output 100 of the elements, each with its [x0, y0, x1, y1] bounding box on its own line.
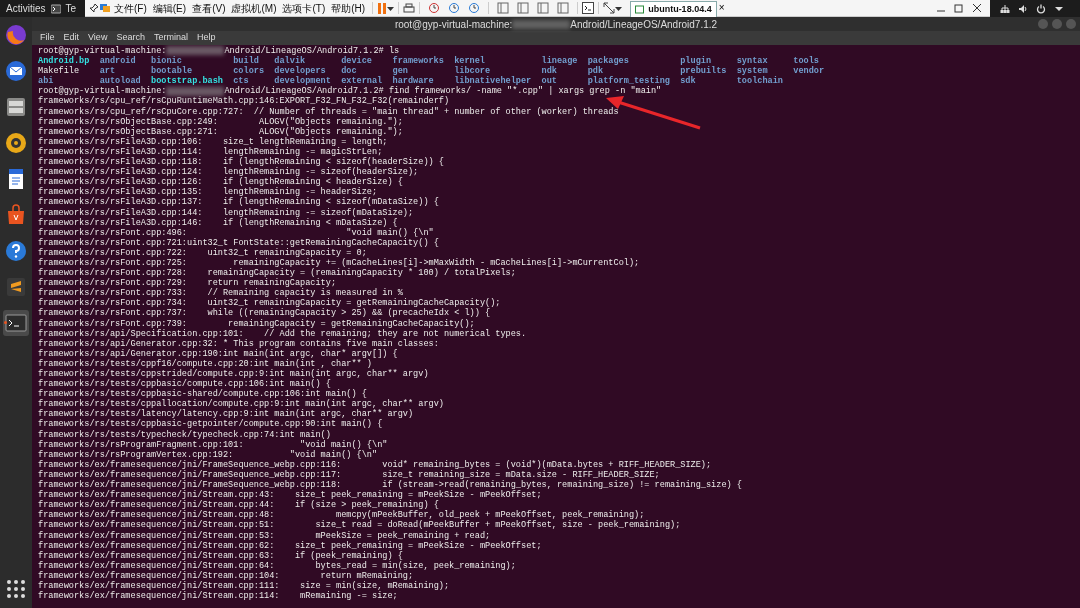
menu-item[interactable]: View	[88, 31, 108, 45]
output-line: frameworks/ex/framesequence/jni/Stream.cpp:111: size = min(size, mRemaining);	[38, 580, 450, 591]
menu-item[interactable]: 虚拟机(M)	[228, 0, 280, 17]
file-name: art	[99, 66, 116, 77]
output-line: frameworks/rs/cpu_ref/rsCpuCore.cpp:727: // Number of threads = "main thread" + number of other (worker) threads	[38, 106, 619, 117]
file-cabinet-icon[interactable]	[5, 96, 27, 118]
output-line: frameworks/rs/tests/cppf16/compute.cpp:20:int main(int , char** )	[38, 358, 372, 369]
redaction-blur	[512, 19, 571, 29]
file-name: hardware	[392, 76, 434, 87]
menu-item[interactable]: 查看(V)	[189, 0, 229, 17]
output-line: frameworks/rs/rsProgramFragment.cpp:101: "void main() {\n"	[38, 439, 388, 450]
file-name: platform_testing	[587, 76, 670, 87]
stripes-icon[interactable]	[5, 276, 27, 298]
output-line: frameworks/rs/rsObjectBase.cpp:249: ALOGV("Objects remaining.");	[38, 116, 403, 127]
apps-grid-icon[interactable]	[5, 578, 27, 600]
help-icon[interactable]	[5, 240, 27, 262]
close-button[interactable]: ×	[716, 1, 727, 15]
output-line: frameworks/ex/framesequence/jni/Stream.cpp:62: size_t peek_remaining = mPeekSize - mPeekOffset;	[38, 540, 542, 551]
file-name: libcore	[454, 66, 491, 77]
file-name: lineage	[541, 56, 578, 67]
file-name: gen	[392, 66, 408, 77]
file-name: system	[736, 66, 768, 77]
file-name: sdk	[680, 76, 696, 87]
output-line: frameworks/rs/cpu_ref/rsCpuRuntimeMath.cpp:146:EXPORT_F32_FN_F32_F32(remainderf)	[38, 96, 450, 107]
file-name: tools	[793, 56, 819, 67]
output-line: frameworks/ex/framesequence/jni/FrameSequence_webp.cpp:116: void* remaining_bytes = (void*)(mData.bytes + RIFF_HEADER_SIZE);	[38, 459, 712, 470]
menu-item[interactable]: File	[40, 31, 55, 45]
prompt-user-host: root@gyp-virtual-machine:	[38, 86, 167, 97]
output-line: frameworks/rs/tests/cppbasic-shared/compute.cpp:106:int main() {	[38, 389, 367, 400]
menu-item[interactable]: Terminal	[153, 31, 188, 45]
power-icon[interactable]	[1036, 3, 1046, 14]
sidebar-icon[interactable]	[497, 2, 510, 14]
menu-item[interactable]: Search	[116, 31, 145, 45]
envelope-icon[interactable]	[5, 60, 27, 82]
network-icon[interactable]	[1000, 3, 1010, 14]
file-name: bootstrap.bash	[151, 76, 223, 87]
shopping-bag-icon[interactable]	[5, 204, 27, 226]
file-name: device	[341, 56, 372, 67]
restore-icon[interactable]	[954, 3, 964, 13]
output-line: frameworks/rs/rsFont.cpp:722: uint32_t remainingCapacity = 0;	[38, 247, 367, 258]
file-name: plugin	[680, 56, 712, 67]
output-line: frameworks/rs/tests/cppbasic-getpointer/compute.cpp:90:int main() {	[38, 419, 383, 430]
output-line: frameworks/rs/rsFont.cpp:728: remainingCapacity = (remainingCapacity * 100) / totalPixels;	[38, 268, 516, 279]
window-title: Android/LineageOS/Android7.1.2	[570, 17, 718, 32]
file-name: pdk	[587, 66, 604, 77]
output-line: frameworks/rs/tests/cppstrided/compute.cpp:9:int main(int argc, char** argv)	[38, 369, 429, 379]
menu-item[interactable]: 选项卡(T)	[279, 0, 329, 17]
pin-icon[interactable]	[89, 3, 99, 13]
menu-item[interactable]: 文件(F)	[111, 0, 150, 17]
output-line: frameworks/rs/rsFileA3D.cpp:146: if (lengthRemaining < mDataSize) {	[38, 217, 398, 228]
output-line: frameworks/rs/tests/latency/latency.cpp:9:int main(int argc, char** argv)	[38, 409, 414, 420]
file-name: kernel	[454, 56, 485, 67]
caret-icon[interactable]	[615, 4, 623, 12]
file-name: bionic	[151, 56, 182, 67]
redaction-blur	[166, 46, 225, 56]
close-icon[interactable]	[972, 3, 982, 13]
clock-icon[interactable]	[468, 2, 481, 14]
menu-item[interactable]: Help	[196, 31, 216, 45]
window-icon	[635, 4, 645, 14]
output-line: frameworks/rs/rsFileA3D.cpp:137: if (lengthRemaining < sizeof(mDataSize)) {	[38, 197, 439, 208]
file-name: developers	[274, 66, 326, 77]
output-line: frameworks/rs/rsFont.cpp:725: remainingCapacity += (mCacheLines[i]->mMaxWidth - mCacheLines[i]->mCurrentCol);	[38, 257, 640, 268]
vm-tab[interactable]: ubuntu-18.04.4	[630, 0, 717, 17]
output-line: frameworks/ex/framesequence/jni/Stream.cpp:64: bytes_read = min(size, peek_remaining);	[38, 560, 516, 571]
file-name: bootable	[151, 66, 193, 77]
console-icon[interactable]	[582, 2, 595, 14]
output-line: frameworks/rs/rsFont.cpp:733: // Remaining capacity is measured in %	[38, 288, 403, 299]
activities-button[interactable]: Activities	[0, 0, 52, 17]
output-line: frameworks/ex/framesequence/jni/FrameSequence_webp.cpp:118: if (stream->read(remaining_bytes, remaining_size) != remaining_size) {	[38, 480, 742, 491]
clock-icon[interactable]	[448, 2, 461, 14]
output-line: frameworks/ex/framesequence/jni/Stream.cpp:114: mRemaining -= size;	[38, 591, 398, 602]
output-line: frameworks/rs/rsFileA3D.cpp:114: lengthRemaining -= magicStrLen;	[38, 146, 383, 157]
output-line: frameworks/rs/rsFileA3D.cpp:126: if (lengthRemaining < headerSize) {	[38, 177, 403, 188]
clock-icon[interactable]	[428, 2, 441, 14]
command-text: find frameworks/ -name "*.cpp" | xargs grep -n "main"	[388, 86, 662, 97]
printer-icon[interactable]	[403, 2, 416, 14]
menu-item[interactable]: 编辑(E)	[149, 0, 190, 17]
file-name: build	[233, 56, 259, 67]
menu-item[interactable]: Edit	[63, 31, 80, 45]
fullscreen-icon[interactable]	[603, 2, 616, 14]
active-indicator	[4, 321, 7, 324]
file-name: vendor	[793, 66, 825, 77]
menu-item[interactable]: 帮助(H)	[328, 0, 369, 17]
window-icon[interactable]	[99, 3, 111, 13]
output-line: frameworks/rs/api/Generator.cpp:190:int main(int argc, char* argv[]) {	[38, 348, 398, 359]
output-line: frameworks/rs/rsFont.cpp:496: "void main() {\n"	[38, 227, 434, 238]
caret-icon[interactable]	[387, 4, 395, 12]
terminal-icon[interactable]	[51, 3, 62, 14]
output-line: frameworks/ex/framesequence/jni/Stream.cpp:53: mPeekSize = peek_remaining + read;	[38, 530, 491, 541]
output-line: frameworks/rs/rsFont.cpp:737: while ((remainingCapacity > 25) && (precacheIdx < l)) {	[38, 308, 491, 319]
output-line: frameworks/rs/rsFont.cpp:729: return remainingCapacity;	[38, 278, 337, 289]
app-menu[interactable]: Te	[65, 1, 76, 16]
file-name: Android.bp	[38, 56, 90, 67]
output-line: frameworks/ex/framesequence/jni/Stream.cpp:63: if (peek_remaining) {	[38, 550, 403, 561]
speaker-icon[interactable]	[5, 132, 27, 154]
volume-icon[interactable]	[1018, 3, 1028, 14]
prompt-path: Android/LineageOS/Android7.1.2#	[224, 46, 384, 56]
file-name: abi	[38, 76, 54, 87]
window-title: root@gyp-virtual-machine:	[394, 17, 513, 32]
output-line: frameworks/rs/tests/typecheck/typecheck.cpp:74:int main()	[38, 429, 331, 440]
